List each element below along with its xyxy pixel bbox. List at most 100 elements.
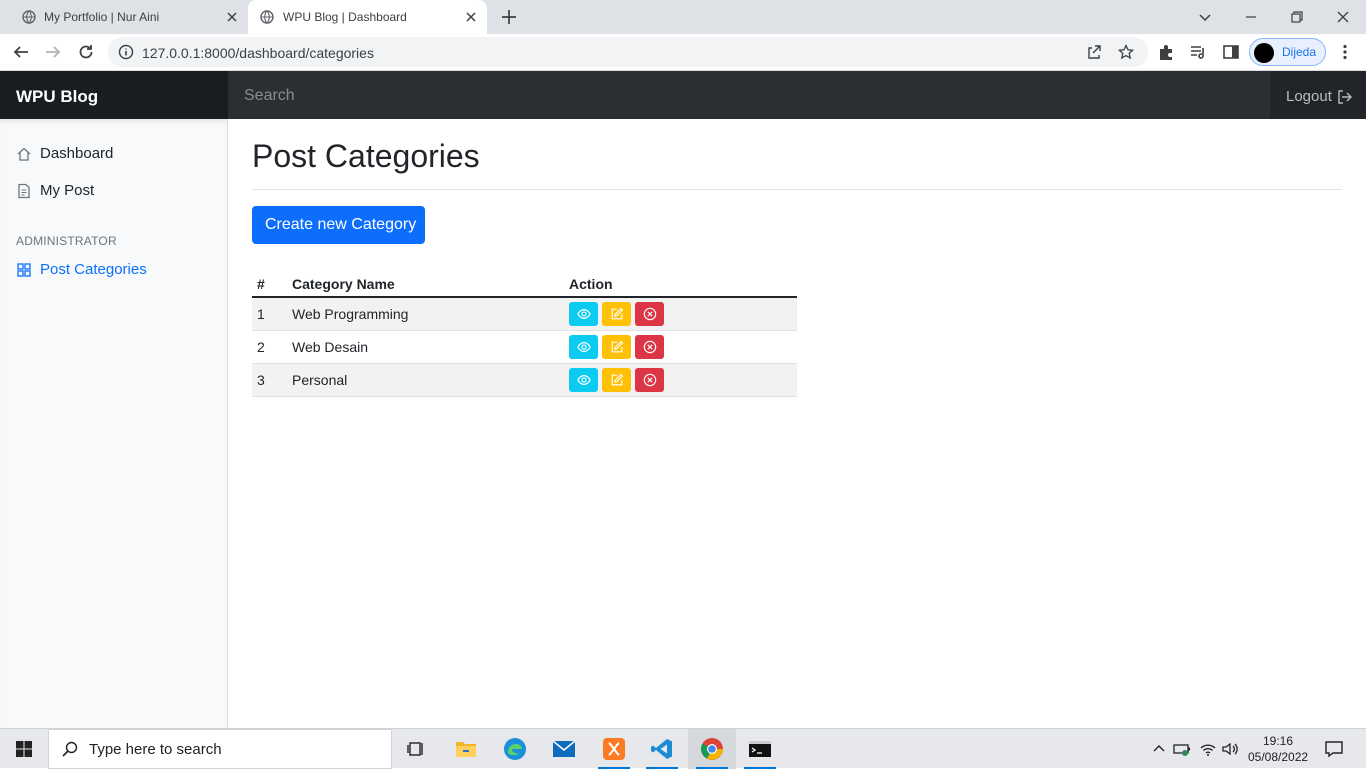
edge-browser-app[interactable] <box>491 729 539 769</box>
xampp-app[interactable] <box>590 729 638 769</box>
sidebar-item-label: Post Categories <box>40 261 147 278</box>
create-category-button[interactable]: Create new Category <box>252 206 425 244</box>
categories-table: # Category Name Action 1 Web Programming… <box>252 272 797 397</box>
edge-icon <box>504 738 526 760</box>
volume-icon[interactable] <box>1221 740 1239 758</box>
browser-tab-portfolio[interactable]: My Portfolio | Nur Aini <box>0 0 248 34</box>
vscode-icon <box>651 739 672 759</box>
terminal-app[interactable] <box>736 729 784 769</box>
x-circle-icon <box>643 373 656 386</box>
clock-time: 19:16 <box>1262 734 1294 748</box>
notifications-icon[interactable] <box>1324 739 1344 759</box>
extensions-puzzle-icon[interactable] <box>1157 43 1175 61</box>
close-tab-icon[interactable] <box>224 9 240 25</box>
profile-name: Dijeda <box>1282 45 1317 59</box>
x-circle-icon <box>643 340 656 353</box>
delete-button[interactable] <box>635 334 664 359</box>
table-row: 1 Web Programming <box>252 297 797 331</box>
reading-list-icon[interactable] <box>1189 43 1207 61</box>
chrome-app[interactable] <box>688 729 736 769</box>
terminal-icon <box>749 741 771 757</box>
brand-link[interactable]: WPU Blog <box>0 71 228 119</box>
wifi-icon[interactable] <box>1199 740 1217 758</box>
edit-button[interactable] <box>602 301 631 326</box>
main-content: Post Categories Create new Category # Ca… <box>228 119 1366 728</box>
edit-button[interactable] <box>602 367 631 392</box>
logout-icon <box>1338 90 1352 104</box>
address-bar[interactable]: 127.0.0.1:8000/dashboard/categories <box>108 37 1148 67</box>
divider <box>252 189 1342 190</box>
restore-icon[interactable] <box>1286 6 1308 28</box>
file-explorer-app[interactable] <box>442 729 490 769</box>
bookmark-star-icon[interactable] <box>1118 44 1134 60</box>
info-icon[interactable] <box>118 44 134 60</box>
logout-label: Logout <box>1286 88 1332 105</box>
edit-button[interactable] <box>602 334 631 359</box>
side-panel-icon[interactable] <box>1222 43 1240 61</box>
logout-button[interactable]: Logout <box>1270 71 1366 119</box>
windows-taskbar: Type here to search 19:16 05/08/2022 <box>0 728 1366 769</box>
close-window-icon[interactable] <box>1332 6 1354 28</box>
tab-title: WPU Blog | Dashboard <box>283 10 407 24</box>
forward-arrow-icon[interactable] <box>44 43 62 61</box>
sidebar-item-label: My Post <box>40 182 95 199</box>
task-view-icon <box>407 742 423 756</box>
sidebar-item-post-categories[interactable]: Post Categories <box>16 261 147 278</box>
xampp-icon <box>603 738 625 760</box>
category-name: Personal <box>287 363 564 397</box>
task-view-button[interactable] <box>392 729 440 769</box>
reload-icon[interactable] <box>77 43 95 61</box>
row-number: 2 <box>252 330 287 364</box>
back-arrow-icon[interactable] <box>12 43 30 61</box>
search-icon <box>62 741 78 757</box>
view-button[interactable] <box>569 367 598 392</box>
view-button[interactable] <box>569 334 598 359</box>
sidebar-section-heading: ADMINISTRATOR <box>16 234 117 248</box>
battery-icon[interactable] <box>1173 740 1191 758</box>
new-tab-icon[interactable] <box>500 8 518 26</box>
share-icon[interactable] <box>1086 44 1102 60</box>
row-actions <box>564 297 797 331</box>
browser-menu-icon[interactable] <box>1336 43 1354 61</box>
delete-button[interactable] <box>635 367 664 392</box>
column-header-action: Action <box>564 272 797 298</box>
eye-icon <box>576 308 591 319</box>
url-text: 127.0.0.1:8000/dashboard/categories <box>142 45 374 61</box>
tab-search-chevron-icon[interactable] <box>1194 6 1216 28</box>
table-row: 2 Web Desain <box>252 330 797 364</box>
taskbar-search-box[interactable]: Type here to search <box>48 729 392 769</box>
eye-icon <box>576 374 591 385</box>
search-input[interactable]: Search <box>228 71 1270 119</box>
file-text-icon <box>18 183 30 198</box>
x-circle-icon <box>643 307 656 321</box>
browser-tab-dashboard[interactable]: WPU Blog | Dashboard <box>248 0 487 34</box>
row-number: 1 <box>252 297 287 331</box>
app-navbar: WPU Blog Search Logout <box>0 71 1366 119</box>
column-header-number: # <box>252 272 287 298</box>
taskbar-clock[interactable]: 19:16 05/08/2022 <box>1248 733 1308 765</box>
edit-icon <box>611 340 623 352</box>
start-button[interactable] <box>0 729 48 769</box>
row-number: 3 <box>252 363 287 397</box>
clock-date: 05/08/2022 <box>1248 750 1309 764</box>
profile-button[interactable]: Dijeda <box>1249 38 1326 66</box>
edit-icon <box>611 373 623 385</box>
category-name: Web Desain <box>287 330 564 364</box>
sidebar-item-my-post[interactable]: My Post <box>16 182 94 199</box>
sidebar-item-dashboard[interactable]: Dashboard <box>16 145 113 162</box>
view-button[interactable] <box>569 301 598 326</box>
eye-icon <box>576 341 591 352</box>
mail-icon <box>552 740 576 757</box>
chevron-up-icon[interactable] <box>1150 740 1168 758</box>
mail-app[interactable] <box>540 729 588 769</box>
folder-icon <box>456 742 476 757</box>
avatar <box>1254 43 1274 63</box>
windows-logo-icon <box>16 741 32 757</box>
delete-button[interactable] <box>635 301 664 326</box>
tab-title: My Portfolio | Nur Aini <box>44 10 160 24</box>
close-tab-icon[interactable] <box>463 9 479 25</box>
minimize-icon[interactable] <box>1240 6 1262 28</box>
grid-icon <box>17 262 31 277</box>
table-row: 3 Personal <box>252 363 797 397</box>
vscode-app[interactable] <box>638 729 686 769</box>
